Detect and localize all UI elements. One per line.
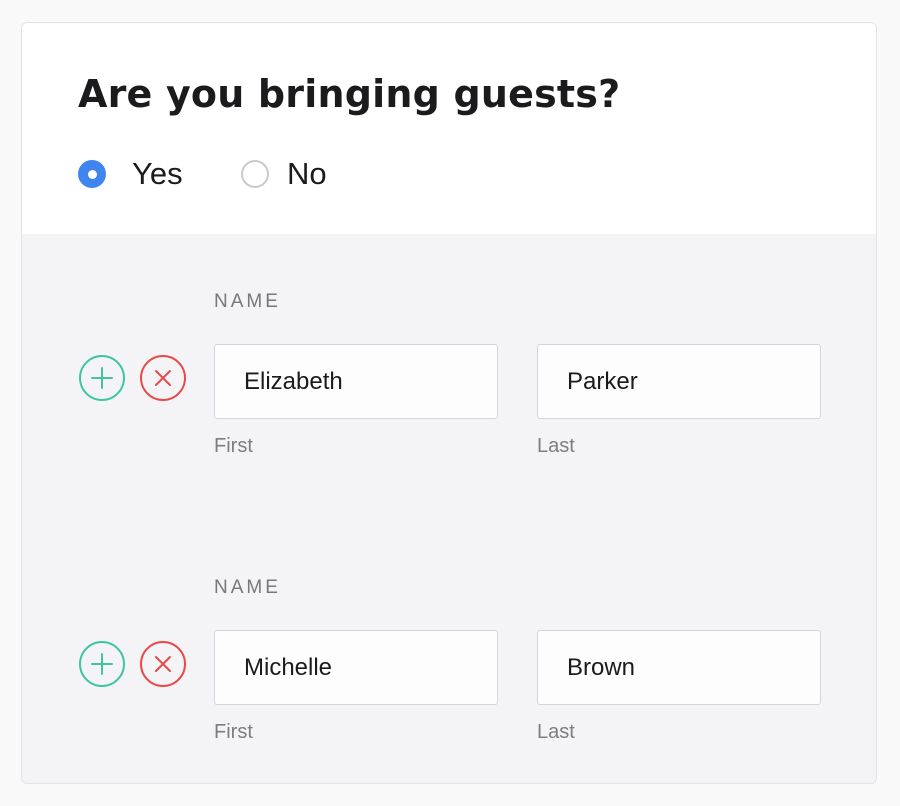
remove-guest-button[interactable] (140, 641, 186, 687)
first-name-caption: First (214, 435, 253, 457)
last-name-input[interactable] (537, 630, 821, 705)
radio-option-yes[interactable]: Yes (78, 154, 183, 194)
add-guest-button[interactable] (79, 355, 125, 401)
plus-icon (91, 367, 113, 389)
first-name-caption: First (214, 721, 253, 743)
last-name-caption: Last (537, 435, 575, 457)
last-name-input[interactable] (537, 344, 821, 419)
plus-icon (91, 653, 113, 675)
last-name-caption: Last (537, 721, 575, 743)
question-title: Are you bringing guests? (78, 72, 621, 116)
first-name-input[interactable] (214, 630, 498, 705)
guest-form-card: Are you bringing guests? Yes No NAME Fir (21, 22, 877, 784)
guest-row: NAME First Last (22, 492, 876, 783)
first-name-input[interactable] (214, 344, 498, 419)
radio-yes-checked-icon[interactable] (78, 160, 106, 188)
radio-no-unchecked-icon[interactable] (241, 160, 269, 188)
radio-no-label: No (287, 156, 327, 191)
guest-question-section: Are you bringing guests? Yes No (22, 23, 876, 235)
close-icon (155, 370, 171, 386)
name-heading: NAME (214, 291, 281, 312)
remove-guest-button[interactable] (140, 355, 186, 401)
radio-option-no[interactable]: No (241, 154, 327, 194)
guest-row: NAME First Last (22, 234, 876, 493)
add-guest-button[interactable] (79, 641, 125, 687)
close-icon (155, 656, 171, 672)
radio-yes-label: Yes (132, 156, 183, 191)
name-heading: NAME (214, 577, 281, 598)
